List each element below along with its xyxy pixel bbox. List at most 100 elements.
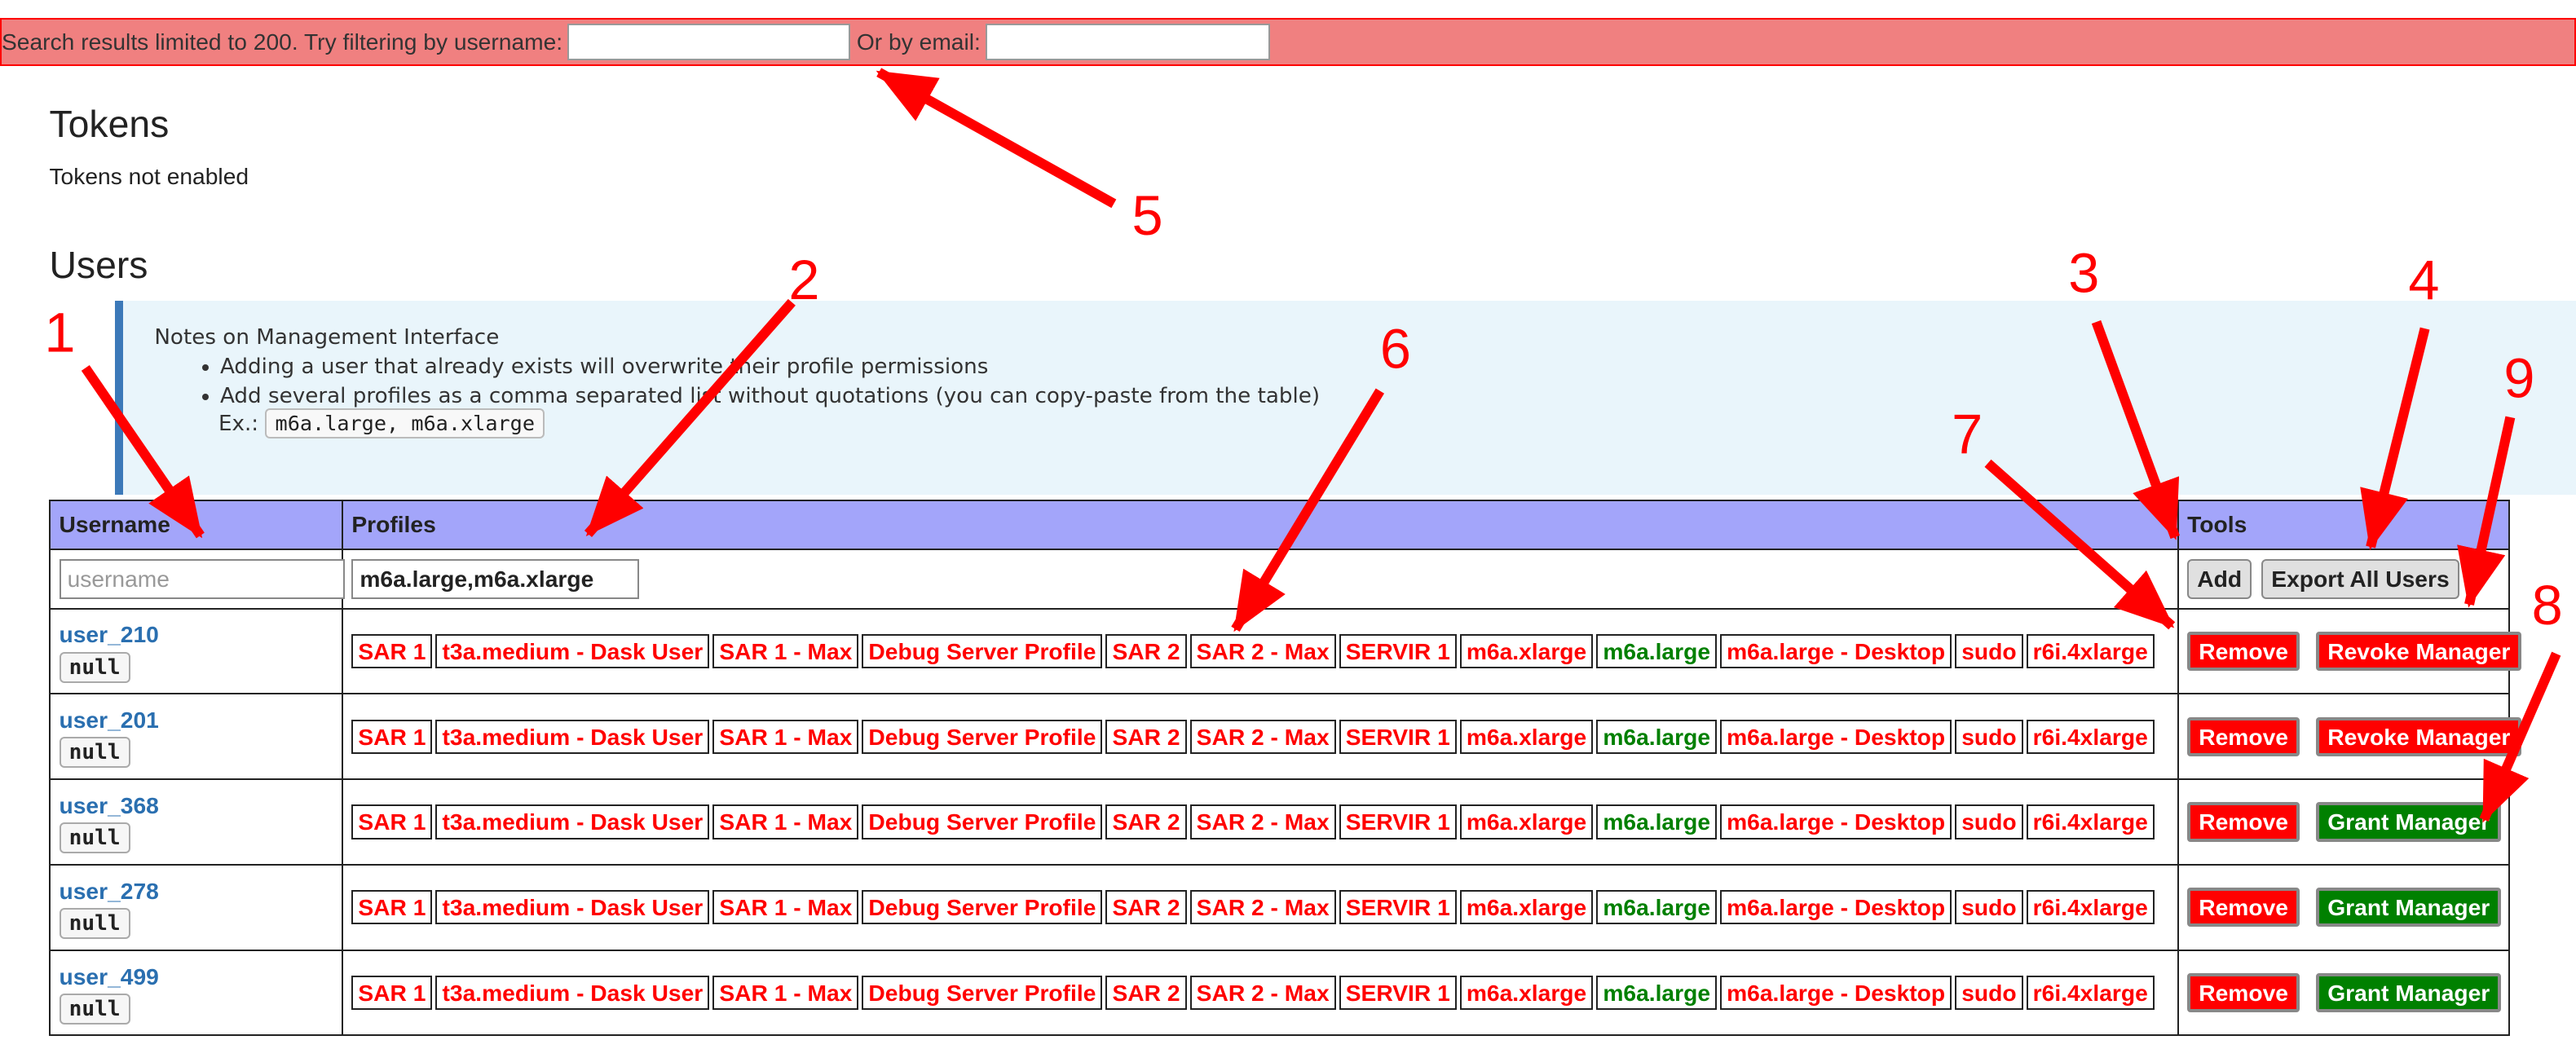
profile-tag[interactable]: t3a.medium - Dask User [435,633,710,669]
profile-tag[interactable]: m6a.large [1596,633,1718,669]
profile-tag[interactable]: t3a.medium - Dask User [435,719,710,754]
profile-tag[interactable]: m6a.large [1596,890,1718,925]
profile-tag[interactable]: SAR 2 [1105,975,1187,1011]
profile-tag[interactable]: m6a.large - Desktop [1720,890,1952,925]
profile-tag[interactable]: SAR 2 - Max [1189,975,1336,1011]
profile-list: SAR 1 t3a.medium - Dask User SAR 1 - Max De… [351,975,2169,1011]
profile-tag[interactable]: SERVIR 1 [1339,890,1457,925]
profile-tag[interactable]: SERVIR 1 [1339,975,1457,1011]
profile-tag[interactable]: m6a.large - Desktop [1720,804,1952,839]
export-all-users-button[interactable]: Export All Users [2261,559,2459,599]
filter-username-input[interactable] [567,24,850,60]
new-username-input[interactable] [59,559,346,599]
tools-cell: Remove Grant Manager [2177,949,2511,1037]
profile-tag[interactable]: SAR 2 [1105,633,1187,669]
tools-cell: Remove Grant Manager [2177,778,2511,866]
profile-tag[interactable]: sudo [1955,633,2023,669]
null-badge: null [59,993,130,1025]
profile-tag[interactable]: Debug Server Profile [862,804,1103,839]
filter-email-input[interactable] [985,24,1270,60]
profile-tag[interactable]: SAR 1 [351,890,433,925]
grant-manager-button[interactable]: Grant Manager [2316,802,2502,842]
profile-tag[interactable]: SAR 2 [1105,804,1187,839]
notes-heading: Notes on Management Interface [154,325,500,350]
profile-tag[interactable]: m6a.large - Desktop [1720,633,1952,669]
profile-tag[interactable]: m6a.xlarge [1459,890,1594,925]
tools-cell: Remove Revoke Manager [2177,607,2522,695]
profile-tag[interactable]: sudo [1955,719,2023,754]
grant-manager-button[interactable]: Grant Manager [2316,972,2502,1013]
profiles-cell: SAR 1 t3a.medium - Dask User SAR 1 - Max De… [342,693,2180,781]
profile-tag[interactable]: m6a.xlarge [1459,804,1594,839]
profile-tag[interactable]: r6i.4xlarge [2026,633,2155,669]
remove-user-button[interactable]: Remove [2187,888,2300,928]
profile-tag[interactable]: SERVIR 1 [1339,804,1457,839]
profile-tag[interactable]: SAR 1 [351,804,433,839]
profile-tag[interactable]: sudo [1955,804,2023,839]
management-notes: Notes on Management Interface Adding a u… [115,300,2576,495]
profile-tag[interactable]: SAR 1 - Max [712,890,859,925]
profile-tag[interactable]: m6a.large [1596,804,1718,839]
profile-tag[interactable]: r6i.4xlarge [2026,975,2155,1011]
profile-tag[interactable]: SAR 1 - Max [712,975,859,1011]
search-filter-banner: Search results limited to 200. Try filte… [0,18,2576,66]
profile-tag[interactable]: t3a.medium - Dask User [435,890,710,925]
profile-tag[interactable]: SAR 2 - Max [1189,633,1336,669]
new-profiles-input[interactable] [351,559,639,599]
username-link[interactable]: user_368 [60,792,334,819]
profile-tag[interactable]: m6a.large - Desktop [1720,719,1952,754]
profile-tag[interactable]: SAR 1 - Max [712,633,859,669]
remove-user-button[interactable]: Remove [2187,972,2300,1013]
profile-tag[interactable]: SAR 1 [351,719,433,754]
profile-tag[interactable]: m6a.xlarge [1459,633,1594,669]
profile-tag[interactable]: SAR 2 - Max [1189,804,1336,839]
username-link[interactable]: user_210 [60,621,334,648]
profile-tag[interactable]: SERVIR 1 [1339,633,1457,669]
null-badge: null [59,651,130,683]
profile-tag[interactable]: Debug Server Profile [862,633,1103,669]
profile-tag[interactable]: t3a.medium - Dask User [435,975,710,1011]
null-badge: null [59,822,130,854]
profile-tag[interactable]: SERVIR 1 [1339,719,1457,754]
profile-tag[interactable]: SAR 1 [351,975,433,1011]
tokens-status: Tokens not enabled [49,162,249,189]
revoke-manager-button[interactable]: Revoke Manager [2316,631,2522,672]
grant-manager-button[interactable]: Grant Manager [2316,888,2502,928]
remove-user-button[interactable]: Remove [2187,631,2300,672]
profile-tag[interactable]: Debug Server Profile [862,975,1103,1011]
table-row: user_201 null SAR 1 t3a.medium - Dask Use… [49,693,2522,781]
profile-tag[interactable]: SAR 2 - Max [1189,719,1336,754]
profile-tag[interactable]: sudo [1955,890,2023,925]
username-link[interactable]: user_278 [60,878,334,905]
remove-user-button[interactable]: Remove [2187,802,2300,842]
remove-user-button[interactable]: Remove [2187,716,2300,756]
users-table: Username Profiles Tools AddExport All Us… [49,499,2522,1037]
profile-tag[interactable]: r6i.4xlarge [2026,719,2155,754]
profile-tag[interactable]: m6a.xlarge [1459,975,1594,1011]
header-profiles: Profiles [342,499,2180,551]
profile-tag[interactable]: r6i.4xlarge [2026,804,2155,839]
username-link[interactable]: user_201 [60,707,334,734]
profile-list: SAR 1 t3a.medium - Dask User SAR 1 - Max De… [351,633,2169,669]
profile-tag[interactable]: SAR 1 - Max [712,804,859,839]
profile-tag[interactable]: SAR 1 - Max [712,719,859,754]
notes-list: Adding a user that already exists will o… [154,355,2576,408]
revoke-manager-button[interactable]: Revoke Manager [2316,716,2522,756]
profile-tag[interactable]: Debug Server Profile [862,890,1103,925]
profile-tag[interactable]: Debug Server Profile [862,719,1103,754]
profile-tag[interactable]: sudo [1955,975,2023,1011]
add-user-button[interactable]: Add [2187,559,2252,599]
profile-tag[interactable]: SAR 1 [351,633,433,669]
annotation-label: 8 [2532,574,2563,637]
profile-tag[interactable]: m6a.xlarge [1459,719,1594,754]
profile-tag[interactable]: m6a.large [1596,719,1718,754]
profile-tag[interactable]: SAR 2 [1105,719,1187,754]
profile-tag[interactable]: SAR 2 [1105,890,1187,925]
username-link[interactable]: user_499 [60,963,334,990]
profile-tag[interactable]: t3a.medium - Dask User [435,804,710,839]
profile-tag[interactable]: m6a.large - Desktop [1720,975,1952,1011]
profile-tag[interactable]: m6a.large [1596,975,1718,1011]
header-tools: Tools [2177,499,2511,551]
profile-tag[interactable]: SAR 2 - Max [1189,890,1336,925]
profile-tag[interactable]: r6i.4xlarge [2026,890,2155,925]
